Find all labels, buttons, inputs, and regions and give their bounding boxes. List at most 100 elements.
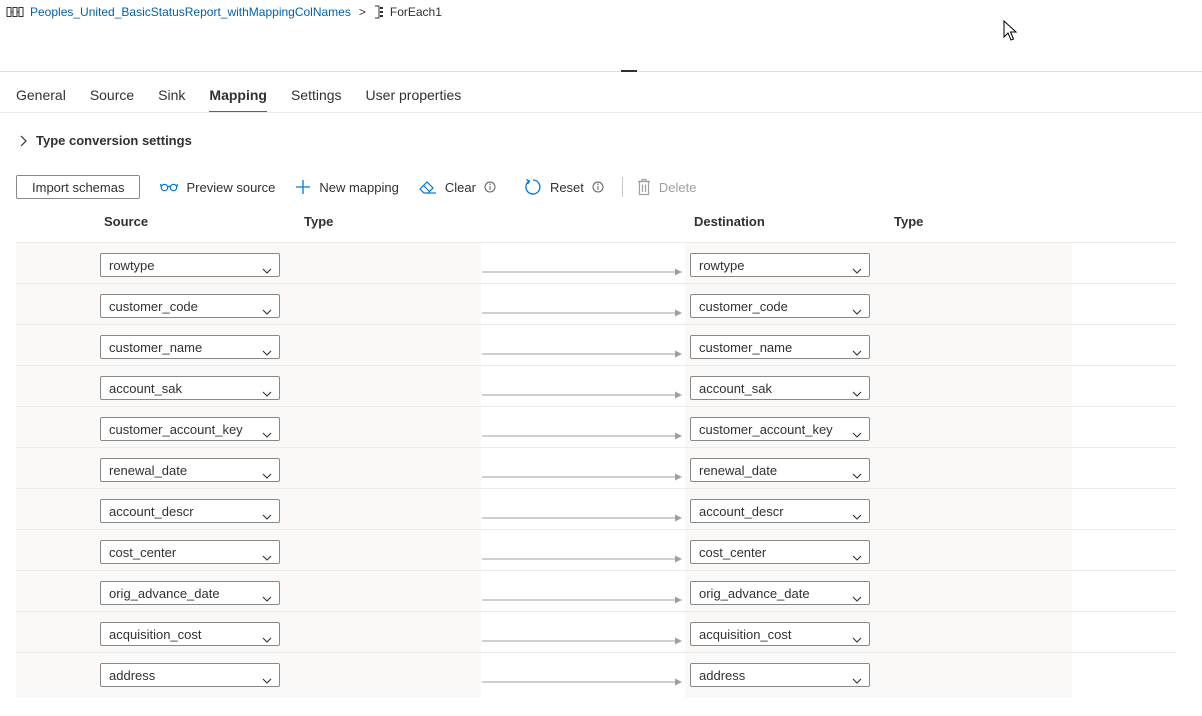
destination-column-dropdown[interactable]: rowtype — [690, 253, 870, 277]
table-row: orig_advance_date orig_advance_date — [16, 570, 1176, 611]
type-conversion-toggle[interactable]: Type conversion settings — [18, 133, 192, 148]
mapping-arrow-icon — [482, 387, 682, 399]
destination-column-dropdown[interactable]: orig_advance_date — [690, 581, 870, 605]
source-column-dropdown[interactable]: customer_account_key — [100, 417, 280, 441]
tab-source[interactable]: Source — [90, 86, 134, 113]
source-column-dropdown[interactable]: customer_code — [100, 294, 280, 318]
info-icon[interactable] — [592, 181, 604, 193]
chevron-down-icon — [262, 672, 272, 687]
chevron-down-icon — [262, 303, 272, 318]
destination-column-value: customer_name — [699, 340, 793, 355]
table-row: renewal_date renewal_date — [16, 447, 1176, 488]
preview-source-label: Preview source — [186, 179, 276, 195]
source-column-dropdown[interactable]: cost_center — [100, 540, 280, 564]
mapping-toolbar: Import schemas Preview source New mappin… — [16, 175, 696, 199]
destination-column-dropdown[interactable]: address — [690, 663, 870, 687]
destination-column-dropdown[interactable]: account_sak — [690, 376, 870, 400]
tab-sink[interactable]: Sink — [158, 86, 185, 113]
tab-user-properties[interactable]: User properties — [366, 86, 462, 113]
tab-bar: General Source Sink Mapping Settings Use… — [16, 86, 485, 113]
delete-label: Delete — [658, 179, 697, 195]
reset-label: Reset — [549, 179, 584, 195]
chevron-down-icon — [262, 262, 272, 277]
new-mapping-button[interactable]: New mapping — [295, 179, 399, 195]
plus-icon — [295, 179, 311, 195]
destination-column-value: cost_center — [699, 545, 767, 560]
chevron-right-icon — [18, 135, 28, 147]
destination-column-value: acquisition_cost — [699, 627, 792, 642]
breadcrumb-pipeline-link[interactable]: Peoples_United_BasicStatusReport_withMap… — [30, 5, 351, 19]
info-icon[interactable] — [484, 181, 496, 193]
destination-column-dropdown[interactable]: cost_center — [690, 540, 870, 564]
trash-icon — [637, 178, 651, 196]
chevron-down-icon — [852, 262, 862, 277]
table-row: customer_account_key customer_account_key — [16, 406, 1176, 447]
mapping-arrow-icon — [482, 305, 682, 317]
eraser-icon — [419, 179, 437, 195]
source-column-dropdown[interactable]: renewal_date — [100, 458, 280, 482]
header-source-type: Type — [304, 214, 334, 229]
mapping-arrow-icon — [482, 674, 682, 686]
table-row: customer_code customer_code — [16, 283, 1176, 324]
source-column-dropdown[interactable]: account_sak — [100, 376, 280, 400]
foreach-icon — [374, 5, 384, 19]
chevron-down-icon — [852, 631, 862, 646]
delete-button[interactable]: Delete — [637, 178, 697, 196]
source-column-dropdown[interactable]: account_descr — [100, 499, 280, 523]
mapping-arrow-icon — [482, 510, 682, 522]
chevron-down-icon — [852, 508, 862, 523]
source-column-dropdown[interactable]: acquisition_cost — [100, 622, 280, 646]
chevron-down-icon — [852, 467, 862, 482]
source-column-value: account_descr — [109, 504, 194, 519]
mapping-arrow-icon — [482, 264, 682, 276]
source-column-dropdown[interactable]: address — [100, 663, 280, 687]
source-column-value: orig_advance_date — [109, 586, 220, 601]
chevron-down-icon — [262, 344, 272, 359]
destination-column-dropdown[interactable]: customer_code — [690, 294, 870, 318]
chevron-down-icon — [262, 426, 272, 441]
chevron-down-icon — [852, 426, 862, 441]
table-row: cost_center cost_center — [16, 529, 1176, 570]
pipeline-icon — [6, 6, 24, 18]
reset-button[interactable]: Reset — [524, 178, 612, 196]
destination-column-value: renewal_date — [699, 463, 778, 478]
clear-button[interactable]: Clear — [419, 179, 504, 195]
destination-column-value: account_sak — [699, 381, 772, 396]
mapping-arrow-icon — [482, 428, 682, 440]
preview-source-button[interactable]: Preview source — [160, 180, 275, 195]
table-row: acquisition_cost acquisition_cost — [16, 611, 1176, 652]
chevron-down-icon — [852, 344, 862, 359]
table-row: account_descr account_descr — [16, 488, 1176, 529]
chevron-down-icon — [262, 631, 272, 646]
panel-resize-handle[interactable] — [621, 70, 637, 72]
destination-column-value: customer_account_key — [699, 422, 833, 437]
refresh-icon — [524, 178, 542, 196]
destination-column-dropdown[interactable]: customer_name — [690, 335, 870, 359]
source-column-value: customer_code — [109, 299, 198, 314]
header-destination: Destination — [694, 214, 765, 229]
source-column-dropdown[interactable]: customer_name — [100, 335, 280, 359]
source-column-value: acquisition_cost — [109, 627, 202, 642]
chevron-down-icon — [262, 467, 272, 482]
tab-general[interactable]: General — [16, 86, 66, 113]
glasses-icon — [160, 182, 179, 192]
breadcrumb: Peoples_United_BasicStatusReport_withMap… — [6, 4, 442, 20]
source-column-dropdown[interactable]: rowtype — [100, 253, 280, 277]
destination-column-dropdown[interactable]: renewal_date — [690, 458, 870, 482]
table-row: customer_name customer_name — [16, 324, 1176, 365]
source-column-dropdown[interactable]: orig_advance_date — [100, 581, 280, 605]
tab-mapping[interactable]: Mapping — [209, 86, 267, 113]
tab-settings[interactable]: Settings — [291, 86, 342, 113]
source-column-value: address — [109, 668, 156, 683]
chevron-down-icon — [852, 385, 862, 400]
source-column-value: rowtype — [109, 258, 155, 273]
mapping-arrow-icon — [482, 633, 682, 645]
destination-column-dropdown[interactable]: customer_account_key — [690, 417, 870, 441]
chevron-down-icon — [852, 672, 862, 687]
table-row: address address — [16, 652, 1176, 693]
destination-column-dropdown[interactable]: acquisition_cost — [690, 622, 870, 646]
mapping-arrow-icon — [482, 592, 682, 604]
import-schemas-button[interactable]: Import schemas — [16, 175, 141, 199]
chevron-down-icon — [262, 385, 272, 400]
destination-column-dropdown[interactable]: account_descr — [690, 499, 870, 523]
